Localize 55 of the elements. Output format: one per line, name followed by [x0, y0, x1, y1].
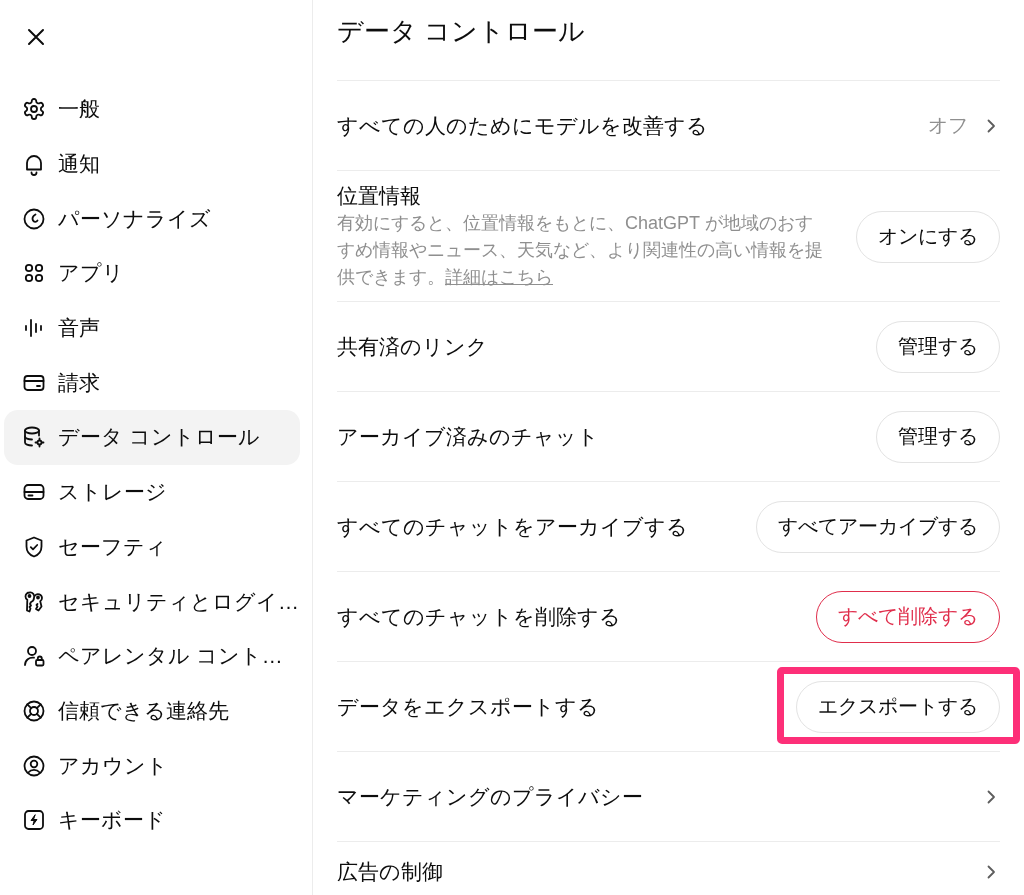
sidebar-item[interactable]: 請求 — [4, 355, 300, 411]
lifebuoy-icon — [22, 698, 46, 723]
sidebar-item[interactable]: アカウント — [4, 738, 300, 793]
sidebar-item[interactable]: 信頼できる連絡先 — [4, 683, 300, 739]
setting-label: データをエクスポートする — [337, 693, 599, 720]
sidebar-item-label: 請求 — [58, 369, 100, 396]
setting-label: すべてのチャットをアーカイブする — [337, 513, 688, 540]
bolt-square-icon — [22, 808, 46, 833]
setting-value: オフ — [928, 113, 968, 138]
sidebar-item-label: セキュリティとログイ… — [58, 588, 299, 615]
action-button[interactable]: 管理する — [876, 410, 1000, 463]
sidebar-item-label: セーフティ — [58, 533, 167, 560]
setting-label: アーカイブ済みのチャット — [337, 423, 599, 450]
setting-label: 広告の制御 — [337, 859, 443, 885]
setting-label: 共有済のリンク — [337, 333, 488, 360]
action-button[interactable]: エクスポートする — [796, 680, 1000, 733]
sidebar-item[interactable]: 音声 — [4, 300, 300, 356]
sidebar-item-label: 信頼できる連絡先 — [58, 697, 229, 724]
person-lock-icon — [22, 644, 46, 669]
page-title: データ コントロール — [337, 15, 586, 48]
action-button[interactable]: 管理する — [876, 320, 1000, 373]
sidebar-item-label: 一般 — [58, 96, 100, 123]
gear-icon — [22, 97, 46, 122]
sidebar-item-label: ペアレンタル コント… — [58, 643, 283, 670]
sidebar-item-label: キーボード — [58, 807, 166, 834]
action-button[interactable]: すべてアーカイブする — [756, 500, 1000, 553]
sidebar-item[interactable]: キーボード — [4, 792, 300, 848]
swirl-circle-icon — [22, 206, 46, 231]
setting-label: 位置情報 — [337, 183, 421, 209]
sidebar-item[interactable]: セーフティ — [4, 519, 300, 575]
sidebar-item[interactable]: データ コントロール — [4, 410, 300, 465]
setting-label: マーケティングのプライバシー — [337, 783, 643, 810]
keys-icon — [22, 589, 46, 614]
sidebar-item-label: アカウント — [58, 752, 168, 779]
person-circle-icon — [22, 753, 46, 778]
setting-description: 有効にすると、位置情報をもとに、ChatGPT が地域のおすすめ情報やニュース、天気など、より関連性の高い情報を提供できます。詳細はこちら — [337, 212, 824, 289]
sidebar-item-label: 音声 — [58, 315, 100, 342]
sidebar-item[interactable]: 一般 — [4, 82, 300, 137]
database-gear-icon — [22, 425, 46, 450]
action-button[interactable]: オンにする — [856, 210, 1000, 263]
close-icon — [26, 27, 46, 47]
sidebar-item-label: ストレージ — [58, 479, 167, 506]
sidebar-item-label: 通知 — [58, 151, 100, 178]
delete-all-button[interactable]: すべて削除する — [816, 590, 1000, 643]
sidebar-item[interactable]: セキュリティとログイ… — [4, 574, 300, 629]
sidebar-item[interactable]: パーソナライズ — [4, 191, 300, 247]
sidebar-item[interactable]: アプリ — [4, 246, 300, 301]
sidebar-item[interactable]: 通知 — [4, 136, 300, 192]
setting-label: すべての人のためにモデルを改善する — [337, 112, 708, 139]
sidebar-item-label: パーソナライズ — [58, 205, 211, 232]
sidebar-item[interactable]: ペアレンタル コント… — [4, 628, 300, 684]
sidebar-item-label: データ コントロール — [58, 424, 260, 451]
sidebar-item-label: アプリ — [58, 260, 124, 287]
setting-label: すべてのチャットを削除する — [337, 603, 621, 630]
sidebar-item[interactable]: ストレージ — [4, 464, 300, 520]
